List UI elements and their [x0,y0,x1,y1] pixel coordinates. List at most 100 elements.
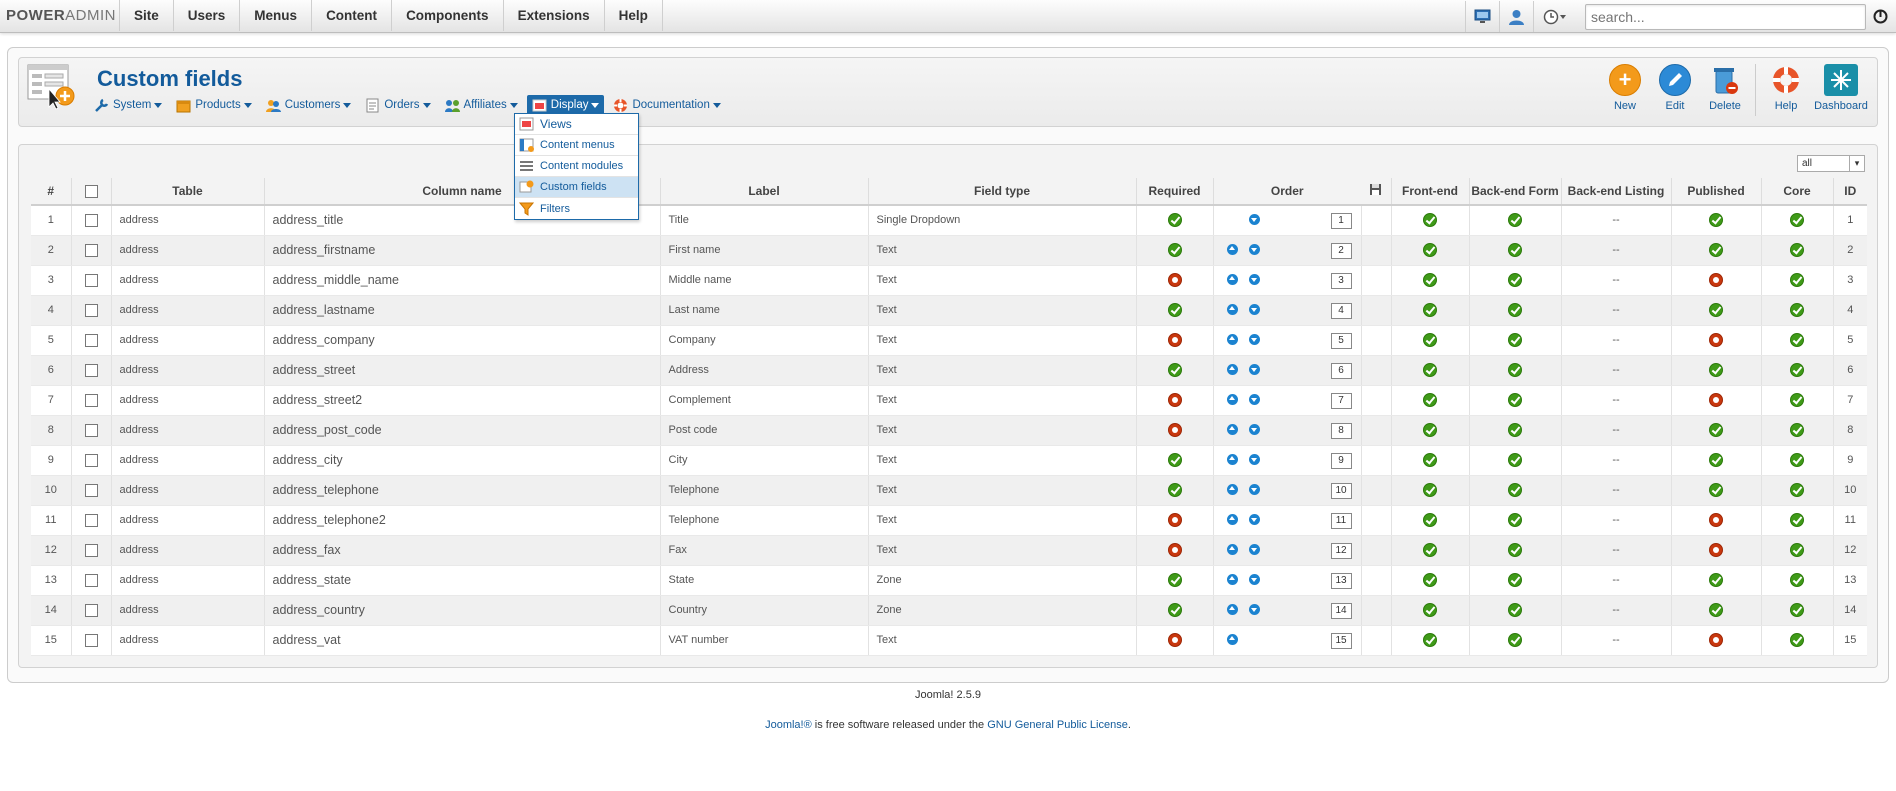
dropdown-item-content-menus[interactable]: Content menus [515,135,638,156]
move-up-icon[interactable] [1227,513,1238,525]
front-end-yes-icon[interactable] [1423,573,1437,587]
row-column-name-link[interactable]: address_state [264,565,661,596]
row-column-name-link[interactable]: address_lastname [264,295,661,326]
core-yes-icon[interactable] [1790,303,1804,317]
published-yes-icon[interactable] [1709,423,1723,437]
menu-content[interactable]: Content [311,0,391,31]
order-input[interactable]: 15 [1330,632,1352,649]
move-down-icon[interactable] [1249,333,1260,345]
select-all-checkbox[interactable] [84,185,98,199]
header-table[interactable]: Table [111,178,265,206]
published-no-icon[interactable] [1709,273,1723,287]
back-end-form-yes-icon[interactable] [1508,513,1522,527]
move-down-icon[interactable] [1249,483,1260,495]
core-yes-icon[interactable] [1790,573,1804,587]
table-row[interactable]: 8 address address_post_code Post code Text 8 -… [31,415,1867,446]
core-yes-icon[interactable] [1790,213,1804,228]
move-down-icon[interactable] [1249,513,1260,525]
required-no-icon[interactable] [1167,393,1182,407]
edit-button[interactable]: Edit [1650,64,1700,122]
published-no-icon[interactable] [1709,333,1723,347]
subnav-affiliates[interactable]: Affiliates [440,96,523,115]
row-checkbox[interactable] [84,603,98,617]
back-end-form-yes-icon[interactable] [1508,483,1522,497]
order-input[interactable]: 8 [1330,422,1352,439]
table-row[interactable]: 11 address address_telephone2 Telephone Text… [31,505,1867,536]
back-end-form-yes-icon[interactable] [1508,243,1522,257]
move-up-icon[interactable] [1227,393,1238,405]
menu-components[interactable]: Components [391,0,503,31]
required-yes-icon[interactable] [1167,483,1182,497]
row-checkbox[interactable] [84,303,98,317]
row-checkbox[interactable] [84,423,98,437]
header-core[interactable]: Core [1761,178,1834,206]
logout-icon[interactable] [1872,9,1888,25]
order-input[interactable]: 10 [1330,482,1352,499]
core-yes-icon[interactable] [1790,543,1804,557]
published-yes-icon[interactable] [1709,213,1723,228]
published-yes-icon[interactable] [1709,303,1723,317]
row-checkbox[interactable] [84,543,98,557]
published-no-icon[interactable] [1709,393,1723,407]
subnav-products[interactable]: Products [171,96,256,115]
front-end-yes-icon[interactable] [1423,603,1437,617]
subnav-system[interactable]: System [89,96,167,115]
gpl-link[interactable]: GNU General Public License [987,719,1128,731]
table-row[interactable]: 2 address address_firstname First name Text 2… [31,235,1867,266]
clock-menu-icon[interactable] [1533,1,1577,32]
table-row[interactable]: 9 address address_city City Text 9 -- 9 [31,445,1867,476]
row-column-name-link[interactable]: address_country [264,595,661,626]
front-end-yes-icon[interactable] [1423,633,1437,647]
order-input[interactable]: 2 [1330,242,1352,259]
move-up-icon[interactable] [1227,273,1238,285]
back-end-form-yes-icon[interactable] [1508,573,1522,587]
core-yes-icon[interactable] [1790,603,1804,617]
row-column-name-link[interactable]: address_street [264,355,661,386]
row-column-name-link[interactable]: address_city [264,445,661,476]
required-no-icon[interactable] [1167,273,1182,287]
core-yes-icon[interactable] [1790,333,1804,347]
table-row[interactable]: 15 address address_vat VAT number Text 15 -- 15 [31,625,1867,656]
row-checkbox[interactable] [84,393,98,407]
published-yes-icon[interactable] [1709,453,1723,467]
move-down-icon[interactable] [1249,363,1260,375]
front-end-yes-icon[interactable] [1423,483,1437,497]
required-yes-icon[interactable] [1167,603,1182,617]
back-end-form-yes-icon[interactable] [1508,273,1522,287]
order-input[interactable]: 7 [1330,392,1352,409]
move-down-icon[interactable] [1249,393,1260,405]
dropdown-item-views[interactable]: Views [515,114,638,135]
dropdown-item-custom-fields[interactable]: Custom fields [515,177,638,198]
user-icon[interactable] [1499,1,1533,32]
row-column-name-link[interactable]: address_company [264,325,661,356]
joomla-link[interactable]: Joomla!® [765,719,812,731]
table-row[interactable]: 6 address address_street Address Text 6 -- 6 [31,355,1867,386]
core-yes-icon[interactable] [1790,483,1804,497]
menu-users[interactable]: Users [172,0,240,31]
row-checkbox[interactable] [84,513,98,527]
front-end-yes-icon[interactable] [1423,333,1437,347]
subnav-customers[interactable]: Customers [261,96,357,115]
header-check-all[interactable] [71,178,112,206]
order-input[interactable]: 9 [1330,452,1352,469]
row-column-name-link[interactable]: address_middle_name [264,265,661,296]
core-yes-icon[interactable] [1790,243,1804,257]
menu-help[interactable]: Help [603,0,663,31]
core-yes-icon[interactable] [1790,633,1804,647]
row-checkbox[interactable] [84,453,98,467]
order-input[interactable]: 13 [1330,572,1352,589]
move-down-icon[interactable] [1249,423,1260,435]
table-row[interactable]: 12 address address_fax Fax Text 12 -- 12 [31,535,1867,566]
front-end-yes-icon[interactable] [1423,393,1437,407]
row-column-name-link[interactable]: address_telephone [264,475,661,506]
core-yes-icon[interactable] [1790,513,1804,527]
row-checkbox[interactable] [84,483,98,497]
front-end-yes-icon[interactable] [1423,453,1437,467]
front-end-yes-icon[interactable] [1423,513,1437,527]
published-yes-icon[interactable] [1709,243,1723,257]
table-row[interactable]: 4 address address_lastname Last name Text 4 --… [31,295,1867,326]
move-up-icon[interactable] [1227,243,1238,255]
front-end-yes-icon[interactable] [1423,363,1437,377]
table-row[interactable]: 14 address address_country Country Zone 14 -- 1… [31,595,1867,626]
row-column-name-link[interactable]: address_telephone2 [264,505,661,536]
